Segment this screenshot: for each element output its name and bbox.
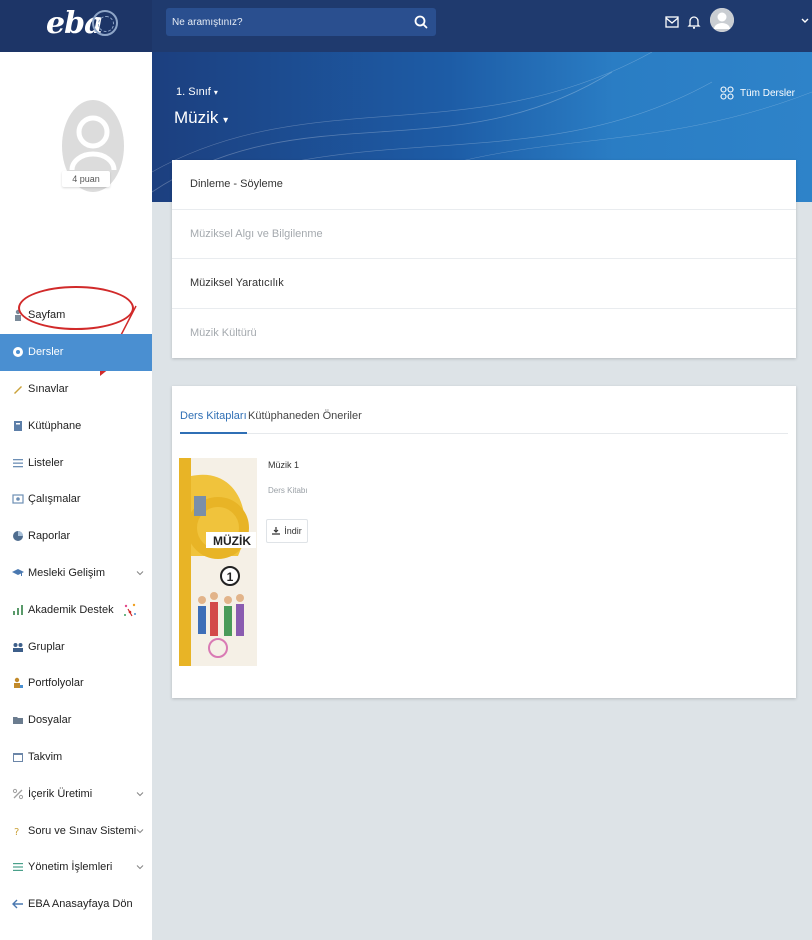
points-badge: 4 puan <box>62 171 110 187</box>
bell-icon[interactable] <box>686 14 702 30</box>
library-icon <box>14 420 22 431</box>
tab-library-suggestions[interactable]: Kütüphaneden Öneriler <box>248 410 362 434</box>
sidebar-item-question[interactable]: ? Soru ve Sınav Sistemi <box>0 812 152 849</box>
topic-item[interactable]: Müziksel Yaratıcılık <box>172 259 796 309</box>
user-silhouette-icon <box>710 8 734 32</box>
logo-area[interactable]: eba <box>0 0 152 52</box>
report-icon <box>13 531 23 542</box>
confetti-icon <box>124 603 136 617</box>
cover-number: 1 <box>227 570 234 584</box>
chevron-down-icon[interactable] <box>136 827 144 835</box>
topic-item[interactable]: Müzik Kültürü <box>172 309 796 359</box>
chevron-down-icon[interactable] <box>136 863 144 871</box>
sidebar-item-label: Sınavlar <box>28 382 69 395</box>
sidebar-item-chart[interactable]: Akademik Destek <box>0 591 152 628</box>
sidebar-item-label: Akademik Destek <box>28 603 114 616</box>
sidebar-item-label: Raporlar <box>28 530 71 543</box>
list-icon <box>13 458 23 467</box>
sidebar-item-list[interactable]: Listeler <box>0 444 152 481</box>
sidebar-item-label: Dersler <box>28 346 64 359</box>
sidebar-item-person[interactable]: Sayfam <box>0 297 152 334</box>
chevron-down-icon[interactable] <box>136 569 144 577</box>
user-avatar[interactable] <box>710 8 734 32</box>
sidebar-item-study[interactable]: Çalışmalar <box>0 481 152 518</box>
chevron-down-icon[interactable] <box>800 16 810 26</box>
subject-selector[interactable]: Müzik ▾ <box>174 108 228 128</box>
question-icon: ? <box>14 827 19 837</box>
cover-title: MÜZİK <box>213 533 251 548</box>
person-icon <box>15 310 21 322</box>
sidebar-item-back[interactable]: EBA Anasayfaya Dön <box>0 886 152 923</box>
sidebar-item-graduation[interactable]: Mesleki Gelişim <box>0 555 152 592</box>
sidebar-item-calendar[interactable]: Takvim <box>0 739 152 776</box>
pencil-icon <box>14 385 22 394</box>
settings-list-icon <box>13 863 23 872</box>
sidebar-item-pencil[interactable]: Sınavlar <box>0 371 152 408</box>
sidebar-item-label: Yönetim İşlemleri <box>28 861 113 874</box>
sidebar-item-content[interactable]: İçerik Üretimi <box>0 775 152 812</box>
sidebar-item-label: Sayfam <box>28 309 66 322</box>
sidebar: 4 puan Sayfam Dersler Sınavlar Kütüphane Lis… <box>0 52 152 940</box>
chevron-down-icon[interactable] <box>136 790 144 798</box>
emblem-icon <box>92 10 118 36</box>
message-icon[interactable] <box>664 14 680 30</box>
caret-down-icon: ▾ <box>223 115 229 126</box>
sidebar-item-label: Kütüphane <box>28 419 82 432</box>
sidebar-item-book-circle[interactable]: Dersler <box>0 333 152 371</box>
sidebar-item-label: Dosyalar <box>28 714 72 727</box>
sidebar-item-label: EBA Anasayfaya Dön <box>28 898 133 911</box>
book-title[interactable]: Müzik 1 <box>268 460 299 470</box>
sidebar-item-label: Çalışmalar <box>28 493 81 506</box>
all-courses-link[interactable]: Tüm Dersler <box>720 86 795 100</box>
books-card: Ders Kitapları Kütüphaneden Öneriler MÜZ… <box>172 386 796 698</box>
sidebar-item-group[interactable]: Gruplar <box>0 628 152 665</box>
search-icon[interactable] <box>412 13 430 31</box>
sidebar-item-label: İçerik Üretimi <box>28 787 93 800</box>
topic-item[interactable]: Müziksel Algı ve Bilgilenme <box>172 210 796 259</box>
grade-selector[interactable]: 1. Sınıf ▾ <box>176 86 218 98</box>
chart-icon <box>13 604 23 615</box>
sidebar-item-label: Takvim <box>28 750 63 763</box>
content-icon <box>12 788 24 799</box>
sidebar-item-report[interactable]: Raporlar <box>0 518 152 555</box>
all-courses-label: Tüm Dersler <box>740 87 796 99</box>
sidebar-nav: Sayfam Dersler Sınavlar Kütüphane Listeler Ça… <box>0 297 152 923</box>
download-icon <box>272 527 281 535</box>
sidebar-item-label: Mesleki Gelişim <box>28 566 106 579</box>
svg-text:?: ? <box>14 827 19 837</box>
sidebar-item-settings-list[interactable]: Yönetim İşlemleri <box>0 849 152 886</box>
tab-textbooks[interactable]: Ders Kitapları <box>180 410 247 434</box>
topics-card: Dinleme - Söyleme Müziksel Algı ve Bilgil… <box>172 160 796 358</box>
sidebar-item-label: Portfolyolar <box>28 677 84 690</box>
book-tabs: Ders Kitapları Kütüphaneden Öneriler <box>180 404 788 434</box>
search-input[interactable] <box>172 14 402 30</box>
book-type: Ders Kitabı <box>268 486 308 495</box>
caret-down-icon: ▾ <box>213 88 218 97</box>
search-box[interactable] <box>166 8 436 36</box>
grade-label: 1. Sınıf <box>176 86 211 98</box>
folder-icon <box>13 717 23 725</box>
group-icon <box>13 642 23 652</box>
grid-icon <box>720 86 734 100</box>
sidebar-item-folder[interactable]: Dosyalar <box>0 702 152 739</box>
study-icon <box>12 494 24 504</box>
sidebar-item-portfolio[interactable]: Portfolyolar <box>0 665 152 702</box>
book-circle-icon <box>13 347 23 358</box>
topic-item[interactable]: Dinleme - Söyleme <box>172 160 796 210</box>
download-label: İndir <box>284 526 302 536</box>
sidebar-item-label: Soru ve Sınav Sistemi <box>28 824 137 837</box>
back-icon <box>12 899 23 909</box>
book-cover[interactable]: MÜZİK 1 <box>178 456 260 674</box>
subject-label: Müzik <box>174 108 219 127</box>
graduation-icon <box>12 568 24 576</box>
profile-photo[interactable] <box>62 74 152 214</box>
sidebar-item-library[interactable]: Kütüphane <box>0 407 152 444</box>
sidebar-item-label: Gruplar <box>28 640 65 653</box>
sidebar-item-label: Listeler <box>28 456 64 469</box>
calendar-icon <box>13 752 23 762</box>
download-button[interactable]: İndir <box>266 519 308 543</box>
portfolio-icon <box>14 678 23 689</box>
top-bar: eba <box>0 0 812 52</box>
